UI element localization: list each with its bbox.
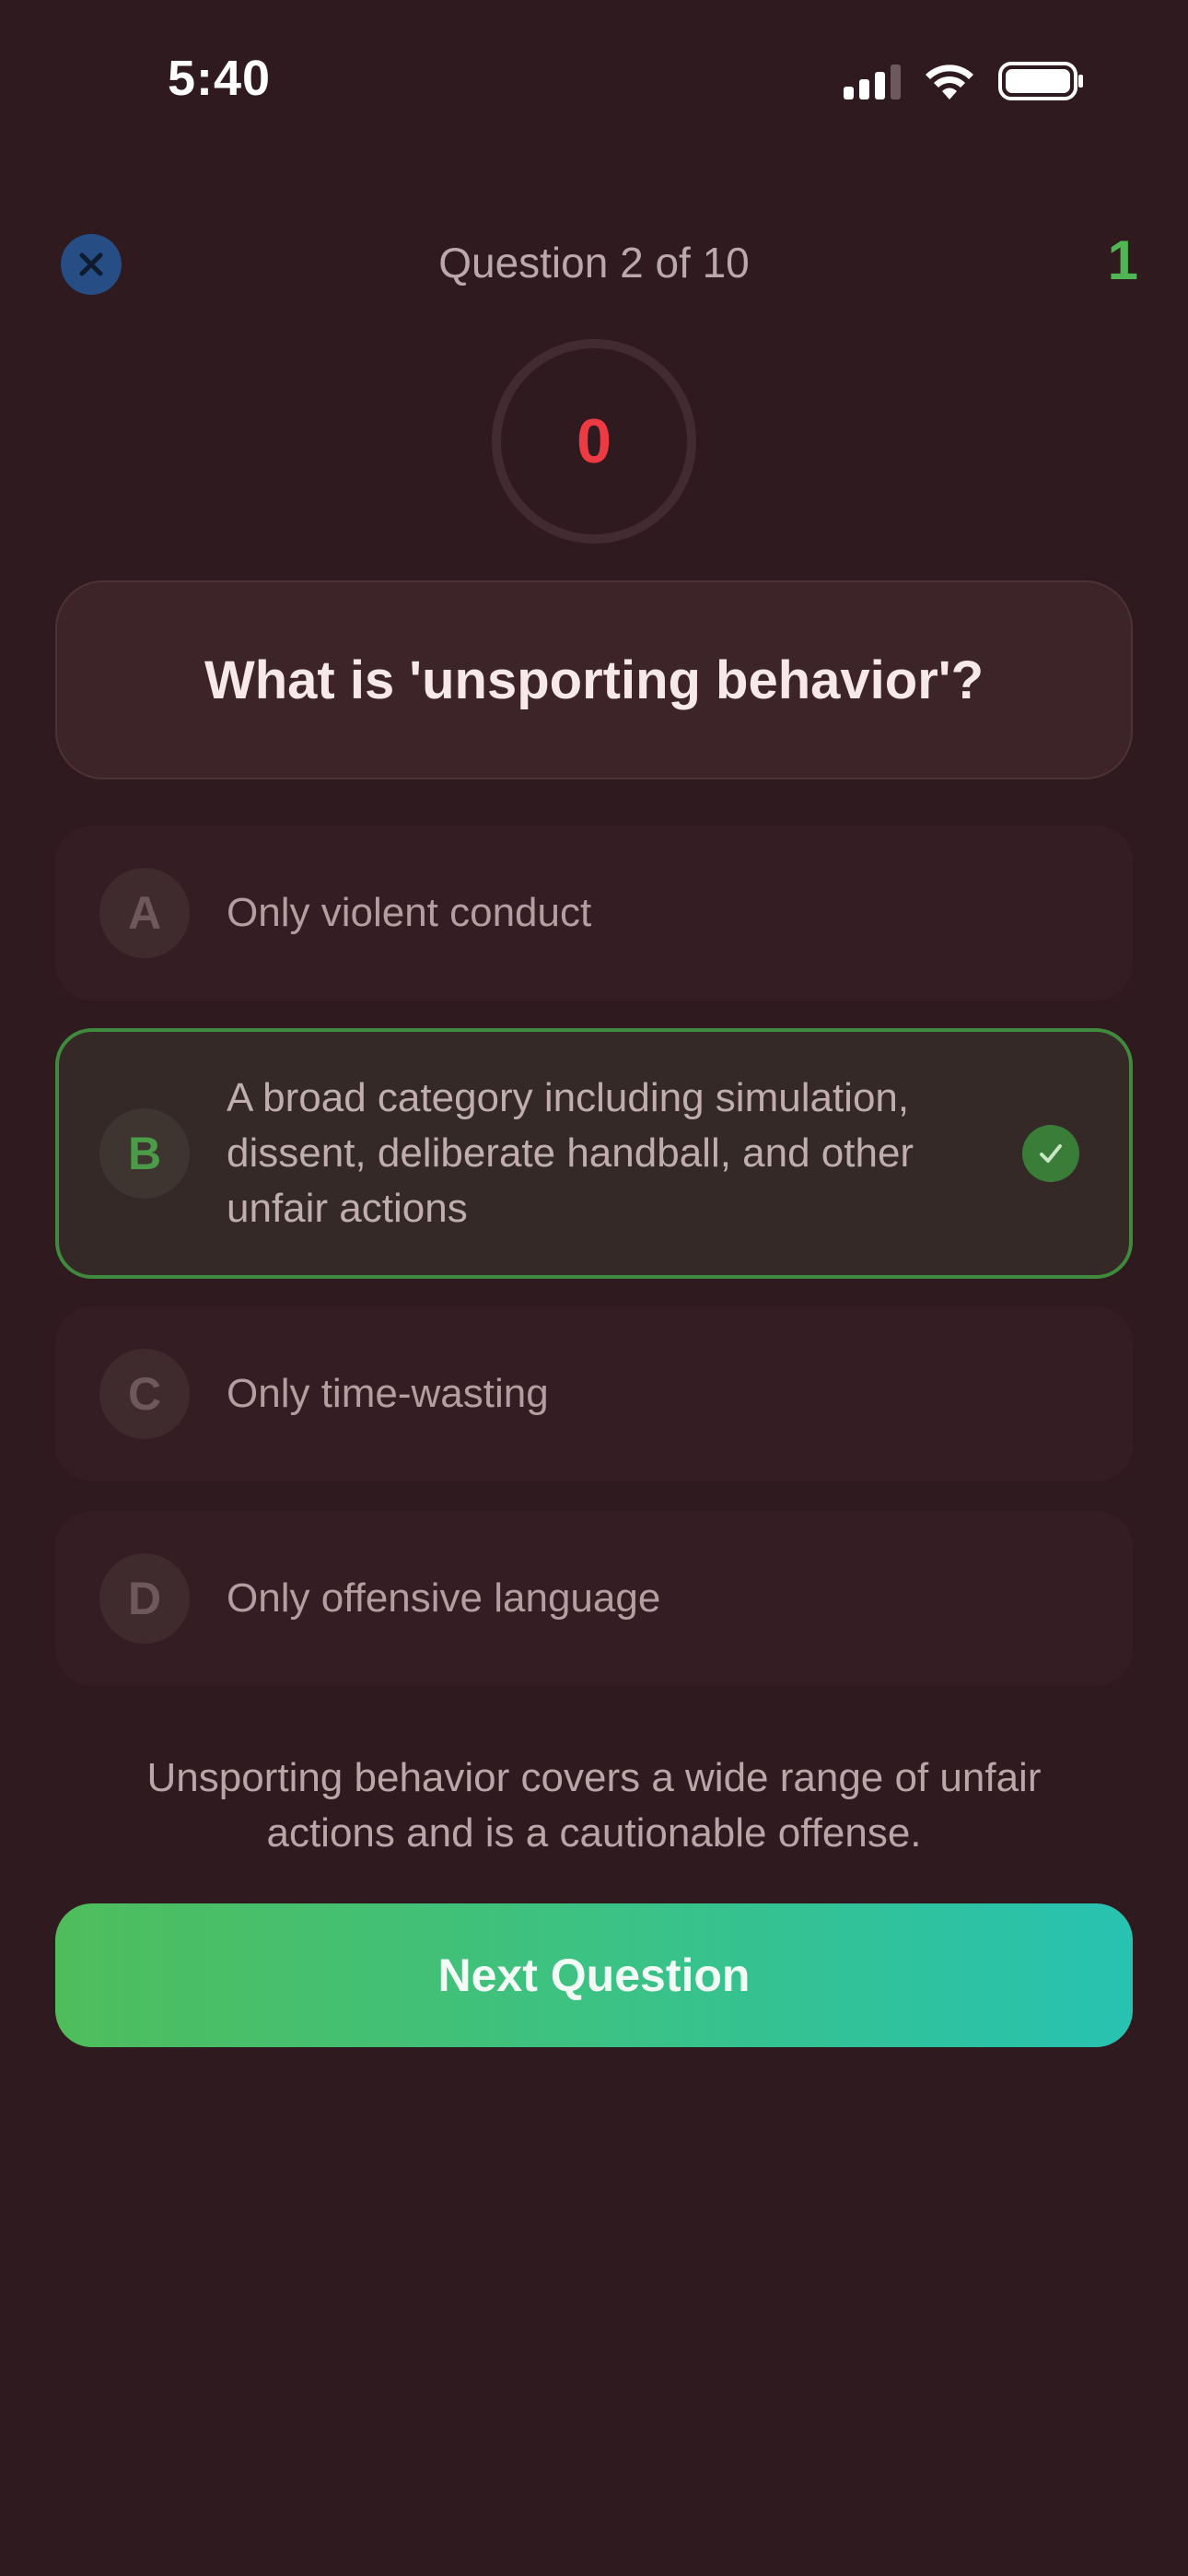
explanation-text: Unsporting behavior covers a wide range …	[146, 1755, 1042, 1856]
option-letter: C	[99, 1349, 190, 1439]
next-question-button[interactable]: Next Question	[55, 1903, 1133, 2047]
option-letter: B	[99, 1108, 190, 1199]
option-b-correct[interactable]: B A broad category including simulation,…	[55, 1028, 1133, 1279]
question-card: What is 'unsporting behavior'?	[55, 580, 1133, 779]
question-counter: Question 2 of 10	[438, 239, 750, 287]
cellular-signal-icon	[844, 63, 901, 100]
option-text: A broad category including simulation, d…	[227, 1075, 914, 1231]
option-d[interactable]: D Only offensive language	[55, 1511, 1133, 1686]
wifi-icon	[926, 64, 973, 100]
status-time: 5:40	[168, 51, 272, 106]
option-letter: A	[99, 868, 190, 958]
check-icon	[1022, 1125, 1079, 1182]
status-icons	[844, 59, 1085, 103]
option-text: Only offensive language	[227, 1575, 661, 1621]
option-text: Only time-wasting	[227, 1371, 549, 1416]
option-letter: D	[99, 1553, 190, 1644]
status-bar: 5:40	[0, 0, 1188, 157]
score: 1	[1107, 229, 1138, 291]
option-c[interactable]: C Only time-wasting	[55, 1306, 1133, 1481]
question-text: What is 'unsporting behavior'?	[204, 650, 984, 710]
battery-icon	[998, 62, 1083, 100]
option-text: Only violent conduct	[227, 890, 592, 935]
option-a[interactable]: A Only violent conduct	[55, 825, 1133, 1001]
timer-ring: 0	[490, 337, 698, 545]
timer-value: 0	[577, 406, 611, 476]
